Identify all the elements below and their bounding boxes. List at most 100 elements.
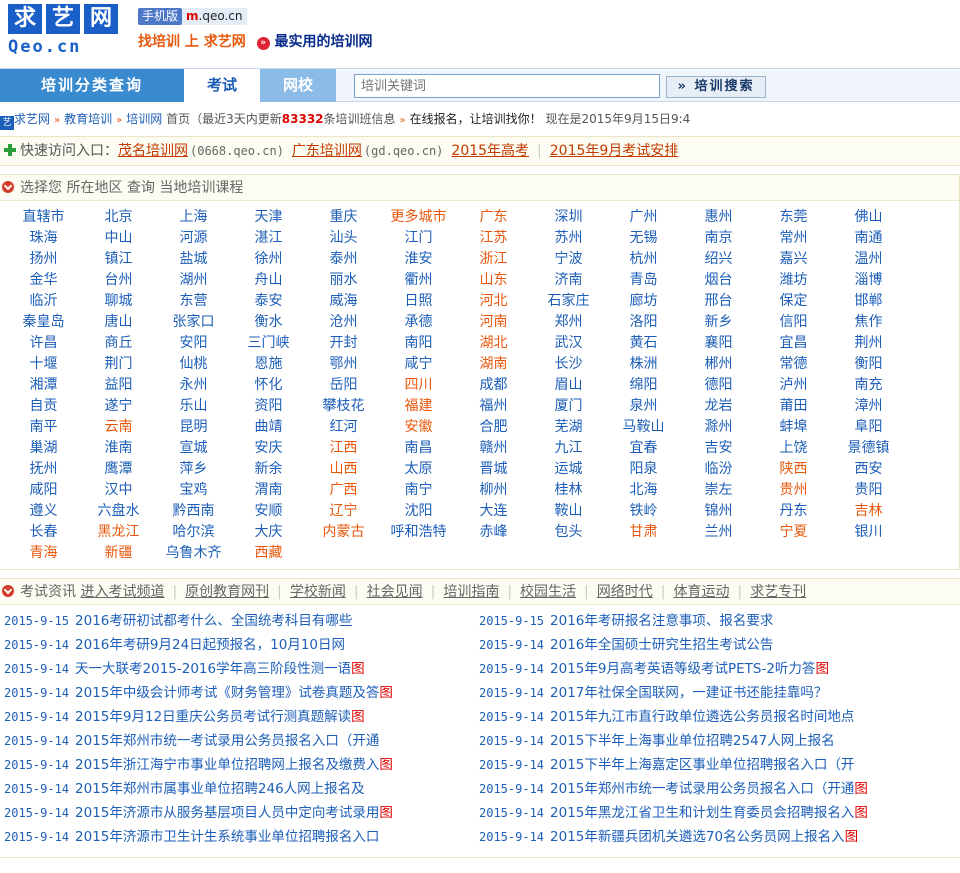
province-link[interactable]: 广西 [306, 480, 381, 501]
news-title[interactable]: 2017年社保全国联网，一建证书还能挂靠吗？ [550, 685, 827, 701]
news-title[interactable]: 2016年考研9月24日起预报名，10月10日网 [75, 637, 345, 653]
city-link[interactable]: 呼和浩特 [381, 522, 456, 543]
city-link[interactable]: 德阳 [681, 375, 756, 396]
city-link[interactable]: 衡阳 [831, 354, 906, 375]
city-link[interactable]: 青岛 [606, 270, 681, 291]
city-link[interactable]: 深圳 [531, 207, 606, 228]
city-link[interactable]: 北海 [606, 480, 681, 501]
city-link[interactable]: 秦皇岛 [6, 312, 81, 333]
city-link[interactable]: 六盘水 [81, 501, 156, 522]
province-link[interactable]: 四川 [381, 375, 456, 396]
province-link[interactable]: 西藏 [231, 543, 306, 564]
province-link[interactable]: 辽宁 [306, 501, 381, 522]
news-item[interactable]: 2015-9-14 2015年郑州市统一考试录用公务员报名入口（开通 [4, 729, 484, 753]
city-link[interactable]: 鹰潭 [81, 459, 156, 480]
city-link[interactable]: 宜昌 [756, 333, 831, 354]
city-link[interactable]: 唐山 [81, 312, 156, 333]
city-link[interactable]: 南京 [681, 228, 756, 249]
city-link[interactable]: 安阳 [156, 333, 231, 354]
city-link[interactable]: 临沂 [6, 291, 81, 312]
city-link[interactable]: 邯郸 [831, 291, 906, 312]
search-input[interactable] [354, 74, 660, 98]
city-link[interactable]: 宜春 [606, 438, 681, 459]
news-item[interactable]: 2015-9-14 2015年济源市从服务基层项目人员中定向考试录用图 [4, 801, 484, 825]
city-link[interactable]: 新乡 [681, 312, 756, 333]
quick-link-gaokao[interactable]: 2015年高考 [451, 143, 529, 159]
news-title[interactable]: 2015年济源市卫生计生系统事业单位招聘报名入口 [75, 829, 379, 845]
city-link[interactable]: 绵阳 [606, 375, 681, 396]
news-title[interactable]: 2015年九江市直行政单位遴选公务员报名时间地点 [550, 709, 854, 725]
city-link[interactable]: 三门峡 [231, 333, 306, 354]
city-link[interactable]: 宣城 [156, 438, 231, 459]
city-link[interactable]: 曲靖 [231, 417, 306, 438]
city-link[interactable]: 怀化 [231, 375, 306, 396]
city-link[interactable]: 荆门 [81, 354, 156, 375]
news-title[interactable]: 2015年新疆兵团机关遴选70名公务员网上报名入 [550, 829, 845, 845]
city-link[interactable]: 合肥 [456, 417, 531, 438]
tab-online-school[interactable]: 网校 [260, 69, 336, 102]
city-link[interactable]: 嘉兴 [756, 249, 831, 270]
city-link[interactable]: 信阳 [756, 312, 831, 333]
news-tab[interactable]: 校园生活 [520, 584, 576, 600]
city-link[interactable]: 马鞍山 [606, 417, 681, 438]
city-link[interactable]: 日照 [381, 291, 456, 312]
city-link[interactable]: 杭州 [606, 249, 681, 270]
city-link[interactable]: 珠海 [6, 228, 81, 249]
city-link[interactable]: 安庆 [231, 438, 306, 459]
city-link[interactable]: 直辖市 [6, 207, 81, 228]
city-link[interactable]: 柳州 [456, 480, 531, 501]
province-link[interactable]: 吉林 [831, 501, 906, 522]
city-link[interactable]: 丽水 [306, 270, 381, 291]
news-item[interactable]: 2015-9-14 2015年郑州市属事业单位招聘246人网上报名及 [4, 777, 484, 801]
city-link[interactable]: 锦州 [681, 501, 756, 522]
city-link[interactable]: 中山 [81, 228, 156, 249]
breadcrumb-edu[interactable]: 教育培训 [64, 112, 112, 126]
city-link[interactable]: 徐州 [231, 249, 306, 270]
city-link[interactable]: 湖州 [156, 270, 231, 291]
news-title[interactable]: 2016考研初试都考什么、全国统考科目有哪些 [75, 613, 352, 629]
news-title[interactable]: 2015年黑龙江省卫生和计划生育委员会招聘报名入 [550, 805, 854, 821]
city-link[interactable]: 巢湖 [6, 438, 81, 459]
city-link[interactable]: 淄博 [831, 270, 906, 291]
city-link[interactable]: 安顺 [231, 501, 306, 522]
quick-link-exam-schedule[interactable]: 2015年9月考试安排 [550, 143, 679, 159]
city-link[interactable]: 宝鸡 [156, 480, 231, 501]
city-link[interactable]: 十堰 [6, 354, 81, 375]
news-item[interactable]: 2015-9-14 2015下半年上海事业单位招聘2547人网上报名 [479, 729, 959, 753]
city-link[interactable]: 郴州 [681, 354, 756, 375]
city-link[interactable]: 株洲 [606, 354, 681, 375]
news-item[interactable]: 2015-9-14 2015年中级会计师考试《财务管理》试卷真题及答图 [4, 681, 484, 705]
news-title[interactable]: 2015年郑州市统一考试录用公务员报名入口（开通 [550, 781, 854, 797]
province-link[interactable]: 云南 [81, 417, 156, 438]
city-link[interactable]: 黔西南 [156, 501, 231, 522]
city-link[interactable]: 咸宁 [381, 354, 456, 375]
news-tab[interactable]: 原创教育网刊 [185, 584, 269, 600]
city-link[interactable]: 铁岭 [606, 501, 681, 522]
city-link[interactable]: 晋城 [456, 459, 531, 480]
news-tab[interactable]: 网络时代 [597, 584, 653, 600]
news-item[interactable]: 2015-9-14 2015年新疆兵团机关遴选70名公务员网上报名入图 [479, 825, 959, 849]
city-link[interactable]: 张家口 [156, 312, 231, 333]
city-link[interactable]: 天津 [231, 207, 306, 228]
city-link[interactable]: 湘潭 [6, 375, 81, 396]
city-link[interactable]: 衢州 [381, 270, 456, 291]
news-title[interactable]: 2015下半年上海嘉定区事业单位招聘报名入口（开 [550, 757, 854, 773]
city-link[interactable]: 南宁 [381, 480, 456, 501]
city-link[interactable]: 商丘 [81, 333, 156, 354]
city-link[interactable]: 宁波 [531, 249, 606, 270]
news-title[interactable]: 2015年济源市从服务基层项目人员中定向考试录用 [75, 805, 379, 821]
city-link[interactable]: 长沙 [531, 354, 606, 375]
quick-link-maoming[interactable]: 茂名培训网 [118, 143, 188, 159]
city-link[interactable]: 攀枝花 [306, 396, 381, 417]
city-link[interactable]: 崇左 [681, 480, 756, 501]
site-logo[interactable]: 求 艺 网 Qeo.cn [8, 4, 128, 60]
news-title[interactable]: 2015年郑州市统一考试录用公务员报名入口（开通 [75, 733, 379, 749]
city-link[interactable]: 蚌埠 [756, 417, 831, 438]
city-link[interactable]: 兰州 [681, 522, 756, 543]
city-link[interactable]: 仙桃 [156, 354, 231, 375]
city-link[interactable]: 银川 [831, 522, 906, 543]
news-item[interactable]: 2015-9-14 2015年郑州市统一考试录用公务员报名入口（开通图 [479, 777, 959, 801]
city-link[interactable]: 无锡 [606, 228, 681, 249]
city-link[interactable]: 上海 [156, 207, 231, 228]
city-link[interactable]: 丹东 [756, 501, 831, 522]
